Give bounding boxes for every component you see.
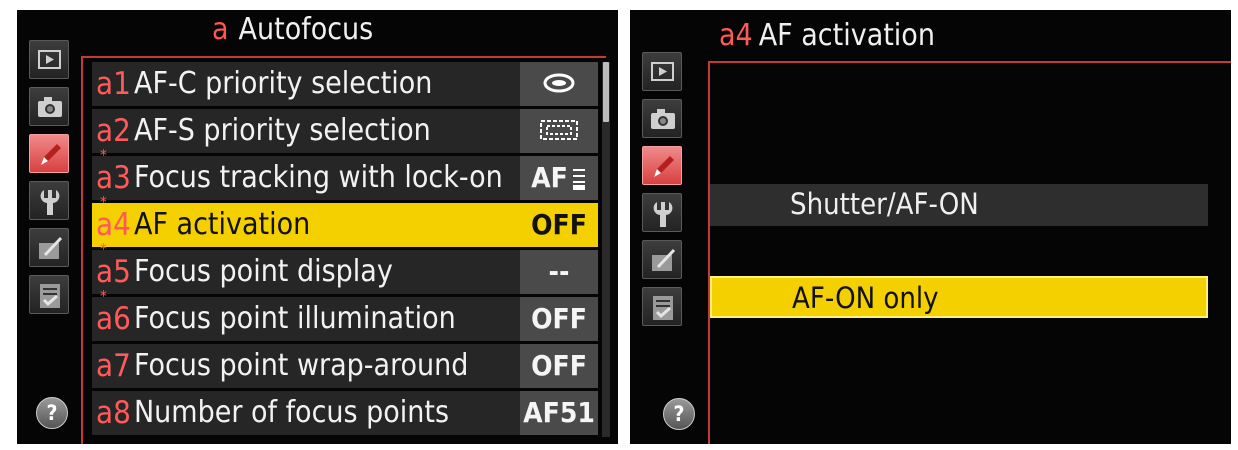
option-af-on-only[interactable]: AF-ON only	[710, 276, 1208, 318]
tab-my-menu[interactable]	[642, 287, 682, 326]
item-code-number: 3	[113, 160, 131, 196]
item-code-letter: a	[96, 66, 114, 102]
custom-settings-menu: ? a Autofocus a1 AF-C priority selection a2…	[17, 10, 618, 444]
option-shutter-af-on[interactable]: Shutter/AF-ON	[710, 184, 1208, 226]
item-value-text: AF	[531, 161, 568, 194]
tab-playback[interactable]	[642, 52, 682, 91]
item-code-letter: a	[96, 348, 114, 384]
item-code: a7	[96, 346, 131, 386]
tab-retouch[interactable]	[642, 240, 682, 279]
item-value-text: --	[548, 255, 570, 288]
tab-camera[interactable]	[642, 99, 682, 138]
item-code: a5 *	[96, 242, 131, 292]
item-value: --	[520, 250, 598, 294]
item-value-text: OFF	[531, 349, 587, 382]
item-value: AF51	[520, 391, 598, 435]
tab-playback[interactable]	[29, 40, 69, 79]
item-code-letter: a	[96, 113, 114, 149]
menu-item-a1[interactable]: a1 AF-C priority selection	[92, 62, 598, 109]
page-title: a Autofocus	[212, 12, 373, 48]
item-code: a2	[96, 111, 131, 151]
item-code: a1	[96, 64, 131, 104]
item-code-letter: a	[96, 254, 114, 290]
modified-star-icon: *	[100, 240, 107, 258]
item-value	[520, 109, 598, 153]
item-label: Number of focus points	[134, 395, 450, 430]
menu-item-a3[interactable]: a3 * Focus tracking with lock-on AF	[92, 148, 598, 203]
item-label: AF-C priority selection	[134, 66, 433, 101]
item-code-letter: a	[96, 395, 114, 431]
menu-frame-top	[81, 56, 606, 58]
submenu-frame-left	[708, 61, 710, 444]
tab-pencil[interactable]	[642, 146, 682, 185]
option-label: AF-ON only	[792, 281, 939, 315]
item-value: OFF	[520, 203, 598, 247]
item-label: AF-S priority selection	[134, 113, 431, 148]
item-code: a8	[96, 393, 131, 433]
help-icon[interactable]: ?	[663, 398, 695, 430]
modified-star-icon: *	[100, 287, 107, 305]
tab-my-menu[interactable]	[29, 275, 69, 314]
scrollbar[interactable]	[602, 62, 610, 437]
submenu-frame-top	[708, 61, 1231, 63]
release-priority-icon	[539, 73, 579, 106]
scrollbar-thumb[interactable]	[603, 62, 609, 122]
modified-star-icon: *	[100, 146, 107, 164]
menu-item-a4[interactable]: a4 * AF activation OFF	[92, 195, 598, 250]
item-value: OFF	[520, 297, 598, 341]
item-label: Focus tracking with lock-on	[134, 160, 503, 195]
menu-title-text: Autofocus	[238, 12, 374, 47]
item-label: Focus point illumination	[134, 301, 456, 336]
help-icon[interactable]: ?	[36, 397, 68, 429]
item-value: AF	[520, 156, 598, 200]
item-code-number: 7	[113, 348, 131, 384]
item-code-letter: a	[96, 301, 114, 337]
menu-frame-left	[81, 56, 83, 444]
item-code-number: 8	[113, 395, 131, 431]
focus-priority-icon	[536, 120, 582, 153]
item-value	[520, 62, 598, 106]
item-value-text: OFF	[531, 208, 587, 241]
item-label: AF activation	[134, 207, 311, 242]
item-label: Focus point display	[134, 254, 393, 289]
af-activation-submenu: ? a4 AF activation Shutter/AF-ON AF-ON on…	[630, 10, 1231, 444]
tab-wrench[interactable]	[29, 181, 69, 220]
item-value-text: OFF	[531, 302, 587, 335]
item-code-number: 2	[113, 113, 131, 149]
item-value-text: AF51	[523, 396, 595, 429]
item-code-letter: a	[96, 160, 114, 196]
item-code: a3 *	[96, 148, 131, 198]
item-label: Focus point wrap-around	[134, 348, 469, 383]
tab-wrench[interactable]	[642, 193, 682, 232]
menu-letter: a	[212, 12, 229, 47]
setting-code: a4	[719, 18, 753, 53]
item-code-number: 6	[113, 301, 131, 337]
menu-item-a5[interactable]: a5 * Focus point display --	[92, 242, 598, 297]
menu-item-a7[interactable]: a7 Focus point wrap-around OFF	[92, 344, 598, 391]
item-code-number: 1	[113, 66, 131, 102]
menu-item-a8[interactable]: a8 Number of focus points AF51	[92, 391, 598, 438]
item-code: a6 *	[96, 289, 131, 339]
tab-pencil[interactable]	[29, 134, 69, 173]
tab-camera[interactable]	[29, 87, 69, 126]
lock-on-scale-icon	[568, 161, 587, 194]
option-label: Shutter/AF-ON	[790, 187, 979, 221]
item-code-letter: a	[96, 207, 114, 243]
page-title: a4 AF activation	[719, 18, 935, 54]
tab-retouch[interactable]	[29, 228, 69, 267]
item-code-number: 5	[113, 254, 131, 290]
menu-item-a6[interactable]: a6 * Focus point illumination OFF	[92, 289, 598, 344]
item-code: a4 *	[96, 195, 131, 245]
modified-star-icon: *	[100, 193, 107, 211]
item-code-number: 4	[113, 207, 131, 243]
menu-item-a2[interactable]: a2 AF-S priority selection	[92, 109, 598, 156]
submenu-title-text: AF activation	[758, 18, 935, 53]
item-value: OFF	[520, 344, 598, 388]
